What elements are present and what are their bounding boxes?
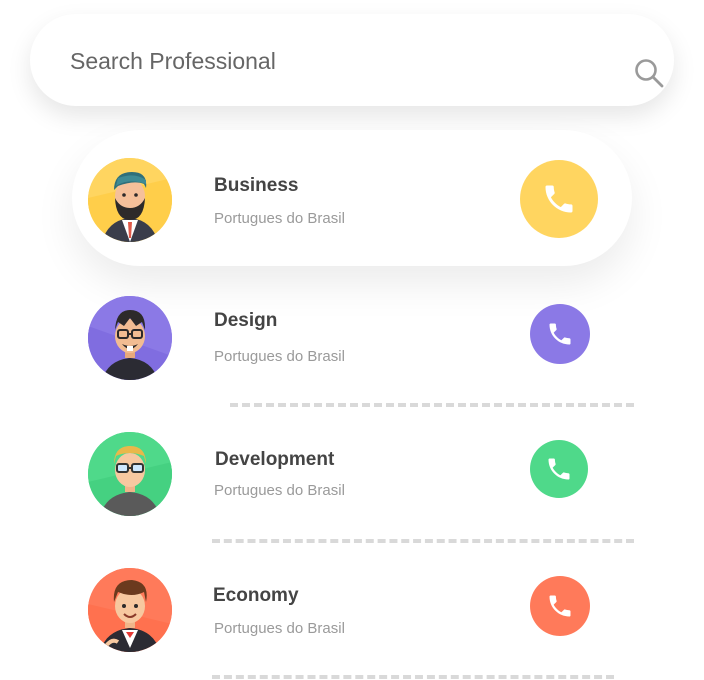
professional-subtitle: Portugues do Brasil [214, 348, 345, 365]
professional-subtitle: Portugues do Brasil [214, 620, 345, 637]
professional-item-business[interactable]: Business Portugues do Brasil [72, 130, 632, 266]
professional-subtitle: Portugues do Brasil [214, 482, 345, 499]
phone-icon [545, 185, 573, 213]
blonde-glasses-avatar [88, 432, 172, 516]
professional-item-development[interactable]: Development Portugues do Brasil [72, 404, 632, 540]
professional-title: Economy [213, 585, 299, 606]
divider [212, 675, 614, 679]
phone-icon [549, 323, 571, 345]
call-button[interactable] [520, 160, 598, 238]
call-button[interactable] [530, 304, 590, 364]
glasses-man-avatar [88, 296, 172, 380]
professional-title: Business [214, 175, 299, 196]
search-bar [30, 14, 674, 106]
call-button[interactable] [530, 440, 588, 498]
professional-item-economy[interactable]: Economy Portugues do Brasil [72, 540, 632, 676]
professional-title: Development [215, 449, 335, 470]
phone-icon [549, 595, 571, 617]
professional-item-design[interactable]: Design Portugues do Brasil [72, 268, 632, 404]
bearded-man-avatar [88, 158, 172, 242]
search-input[interactable] [68, 44, 592, 78]
phone-icon [548, 458, 570, 480]
professional-subtitle: Portugues do Brasil [214, 210, 345, 227]
call-button[interactable] [530, 576, 590, 636]
suit-man-avatar [88, 568, 172, 652]
search-icon[interactable] [634, 58, 664, 88]
professional-title: Design [214, 310, 278, 331]
